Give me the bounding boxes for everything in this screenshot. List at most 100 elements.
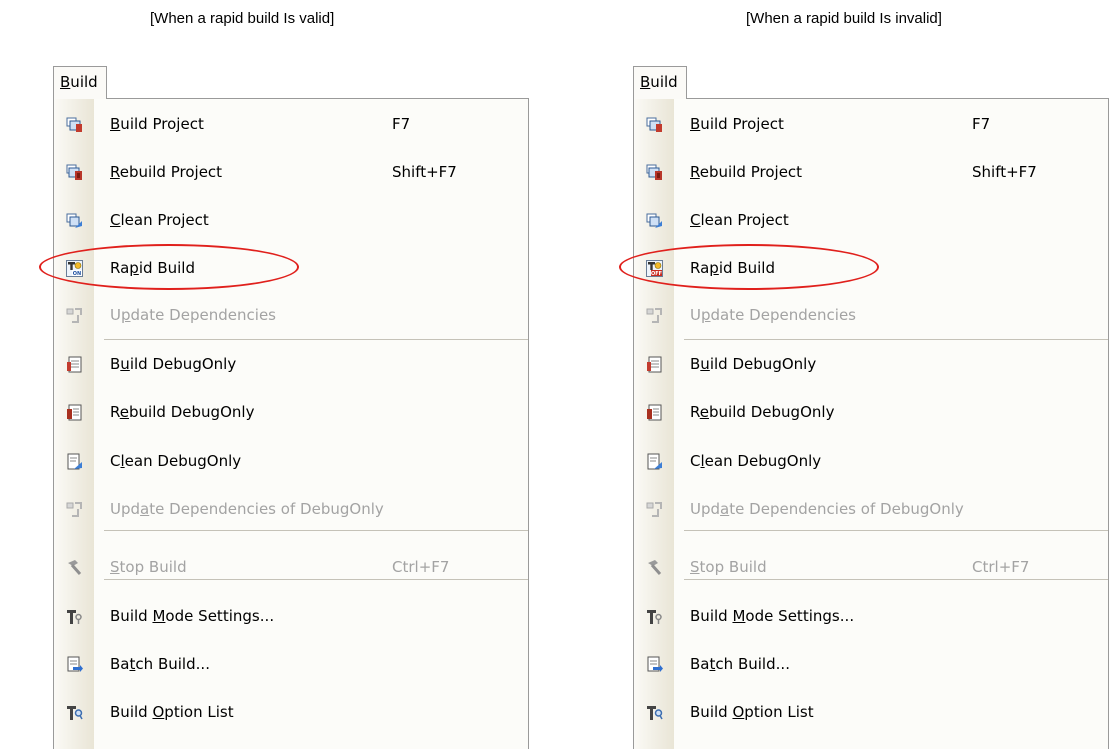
menu-item-label: Batch Build...: [110, 655, 210, 673]
menu-item-label: Rapid Build: [690, 259, 775, 277]
build-option-list-icon: [66, 704, 83, 721]
build-mode-settings-icon: [646, 608, 663, 625]
menu-item-update-dependencies-of-debugonly: Update Dependencies of DebugOnly: [54, 491, 528, 529]
menu-title: Build: [640, 73, 678, 91]
menu-item-label: Stop Build: [110, 558, 187, 576]
menu-item-label: Build Option List: [110, 703, 234, 721]
svg-text:OFF: OFF: [651, 271, 662, 277]
menu-item-update-dependencies: Update Dependencies: [634, 297, 1108, 335]
menu-item-label: Update Dependencies: [110, 306, 276, 324]
menu-item-label: Build DebugOnly: [110, 355, 237, 373]
menu-item-label: Rebuild Project: [690, 163, 803, 181]
caption-rapid-build-valid: [When a rapid build Is valid]: [150, 10, 335, 27]
update-dependencies-debugonly-icon: [646, 501, 663, 518]
rapid-build-icon: ON: [66, 260, 83, 277]
build-menu-dropdown: Build Project F7 Rebuild Project Shift+F7 Cl…: [53, 98, 529, 749]
clean-project-icon: [646, 212, 663, 229]
menu-separator: [684, 530, 1108, 531]
menu-item-label: Rapid Build: [110, 259, 195, 277]
menu-separator: [684, 579, 1108, 580]
clean-debugonly-icon: [66, 453, 83, 470]
menu-item-shortcut: F7: [972, 115, 991, 133]
rebuild-project-icon: [66, 164, 83, 181]
menu-item-shortcut: Ctrl+F7: [392, 558, 450, 576]
menu-item-rapid-build[interactable]: OFF Rapid Build: [634, 250, 1108, 288]
menu-item-label: Rebuild DebugOnly: [690, 403, 835, 421]
menu-item-rebuild-project[interactable]: Rebuild Project Shift+F7: [634, 154, 1108, 192]
menu-item-clean-debugonly[interactable]: Clean DebugOnly: [634, 443, 1108, 481]
svg-text:ON: ON: [73, 271, 81, 277]
menu-item-label: Build Project: [110, 115, 204, 133]
update-dependencies-icon: [66, 307, 83, 324]
menu-item-build-option-list[interactable]: Build Option List: [634, 694, 1108, 732]
build-mode-settings-icon: [66, 608, 83, 625]
menu-item-rebuild-debugonly[interactable]: Rebuild DebugOnly: [54, 394, 528, 432]
menu-item-shortcut: F7: [392, 115, 411, 133]
build-menu-dropdown: Build Project F7 Rebuild Project Shift+F7 Cl…: [633, 98, 1109, 749]
menu-item-label: Batch Build...: [690, 655, 790, 673]
menu-item-build-mode-settings[interactable]: Build Mode Settings...: [634, 598, 1108, 636]
build-menu-panel-valid: Build Build Project F7 Rebuild Project Shif…: [39, 66, 529, 749]
build-debugonly-icon: [66, 356, 83, 373]
menu-item-build-mode-settings[interactable]: Build Mode Settings...: [54, 598, 528, 636]
menu-item-label: Update Dependencies of DebugOnly: [690, 500, 964, 518]
build-option-list-icon: [646, 704, 663, 721]
rebuild-project-icon: [646, 164, 663, 181]
menu-item-build-debugonly[interactable]: Build DebugOnly: [634, 346, 1108, 384]
build-debugonly-icon: [646, 356, 663, 373]
menu-item-batch-build[interactable]: Batch Build...: [634, 646, 1108, 684]
menu-item-stop-build: Stop Build Ctrl+F7: [634, 549, 1108, 587]
menu-item-label: Clean Project: [690, 211, 789, 229]
rebuild-debugonly-icon: [66, 404, 83, 421]
rebuild-debugonly-icon: [646, 404, 663, 421]
menu-item-label: Update Dependencies: [690, 306, 856, 324]
menu-item-label: Clean Project: [110, 211, 209, 229]
menu-item-label: Build DebugOnly: [690, 355, 817, 373]
menu-item-build-project[interactable]: Build Project F7: [54, 106, 528, 144]
menu-item-label: Clean DebugOnly: [110, 452, 242, 470]
menu-item-rapid-build[interactable]: ON Rapid Build: [54, 250, 528, 288]
menu-separator: [104, 579, 528, 580]
build-menu-button[interactable]: Build: [633, 66, 687, 99]
menu-item-shortcut: Ctrl+F7: [972, 558, 1030, 576]
menu-item-label: Update Dependencies of DebugOnly: [110, 500, 384, 518]
menu-item-label: Clean DebugOnly: [690, 452, 822, 470]
menu-item-label: Build Option List: [690, 703, 814, 721]
menu-separator: [684, 339, 1108, 340]
menu-item-label: Stop Build: [690, 558, 767, 576]
menu-item-build-project[interactable]: Build Project F7: [634, 106, 1108, 144]
menu-title: Build: [60, 73, 98, 91]
update-dependencies-icon: [646, 307, 663, 324]
batch-build-icon: [66, 656, 83, 673]
menu-item-clean-project[interactable]: Clean Project: [634, 202, 1108, 240]
menu-item-clean-debugonly[interactable]: Clean DebugOnly: [54, 443, 528, 481]
menu-item-label: Build Mode Settings...: [110, 607, 275, 625]
menu-item-update-dependencies: Update Dependencies: [54, 297, 528, 335]
menu-item-rebuild-project[interactable]: Rebuild Project Shift+F7: [54, 154, 528, 192]
build-menu-button[interactable]: Build: [53, 66, 107, 99]
menu-item-label: Build Project: [690, 115, 784, 133]
menu-item-shortcut: Shift+F7: [392, 163, 457, 181]
menu-item-build-option-list[interactable]: Build Option List: [54, 694, 528, 732]
menu-item-label: Build Mode Settings...: [690, 607, 855, 625]
batch-build-icon: [646, 656, 663, 673]
clean-project-icon: [66, 212, 83, 229]
menu-separator: [104, 339, 528, 340]
build-project-icon: [646, 116, 663, 133]
build-project-icon: [66, 116, 83, 133]
update-dependencies-debugonly-icon: [66, 501, 83, 518]
stop-build-icon: [66, 559, 83, 576]
stop-build-icon: [646, 559, 663, 576]
menu-item-build-debugonly[interactable]: Build DebugOnly: [54, 346, 528, 384]
build-menu-panel-invalid: Build Build Project F7 Rebuild Project Shif…: [619, 66, 1109, 749]
menu-item-stop-build: Stop Build Ctrl+F7: [54, 549, 528, 587]
menu-item-update-dependencies-of-debugonly: Update Dependencies of DebugOnly: [634, 491, 1108, 529]
menu-item-rebuild-debugonly[interactable]: Rebuild DebugOnly: [634, 394, 1108, 432]
caption-rapid-build-invalid: [When a rapid build Is invalid]: [746, 10, 942, 27]
menu-item-clean-project[interactable]: Clean Project: [54, 202, 528, 240]
menu-separator: [104, 530, 528, 531]
menu-item-label: Rebuild DebugOnly: [110, 403, 255, 421]
menu-item-batch-build[interactable]: Batch Build...: [54, 646, 528, 684]
clean-debugonly-icon: [646, 453, 663, 470]
rapid-build-icon: OFF: [646, 260, 663, 277]
